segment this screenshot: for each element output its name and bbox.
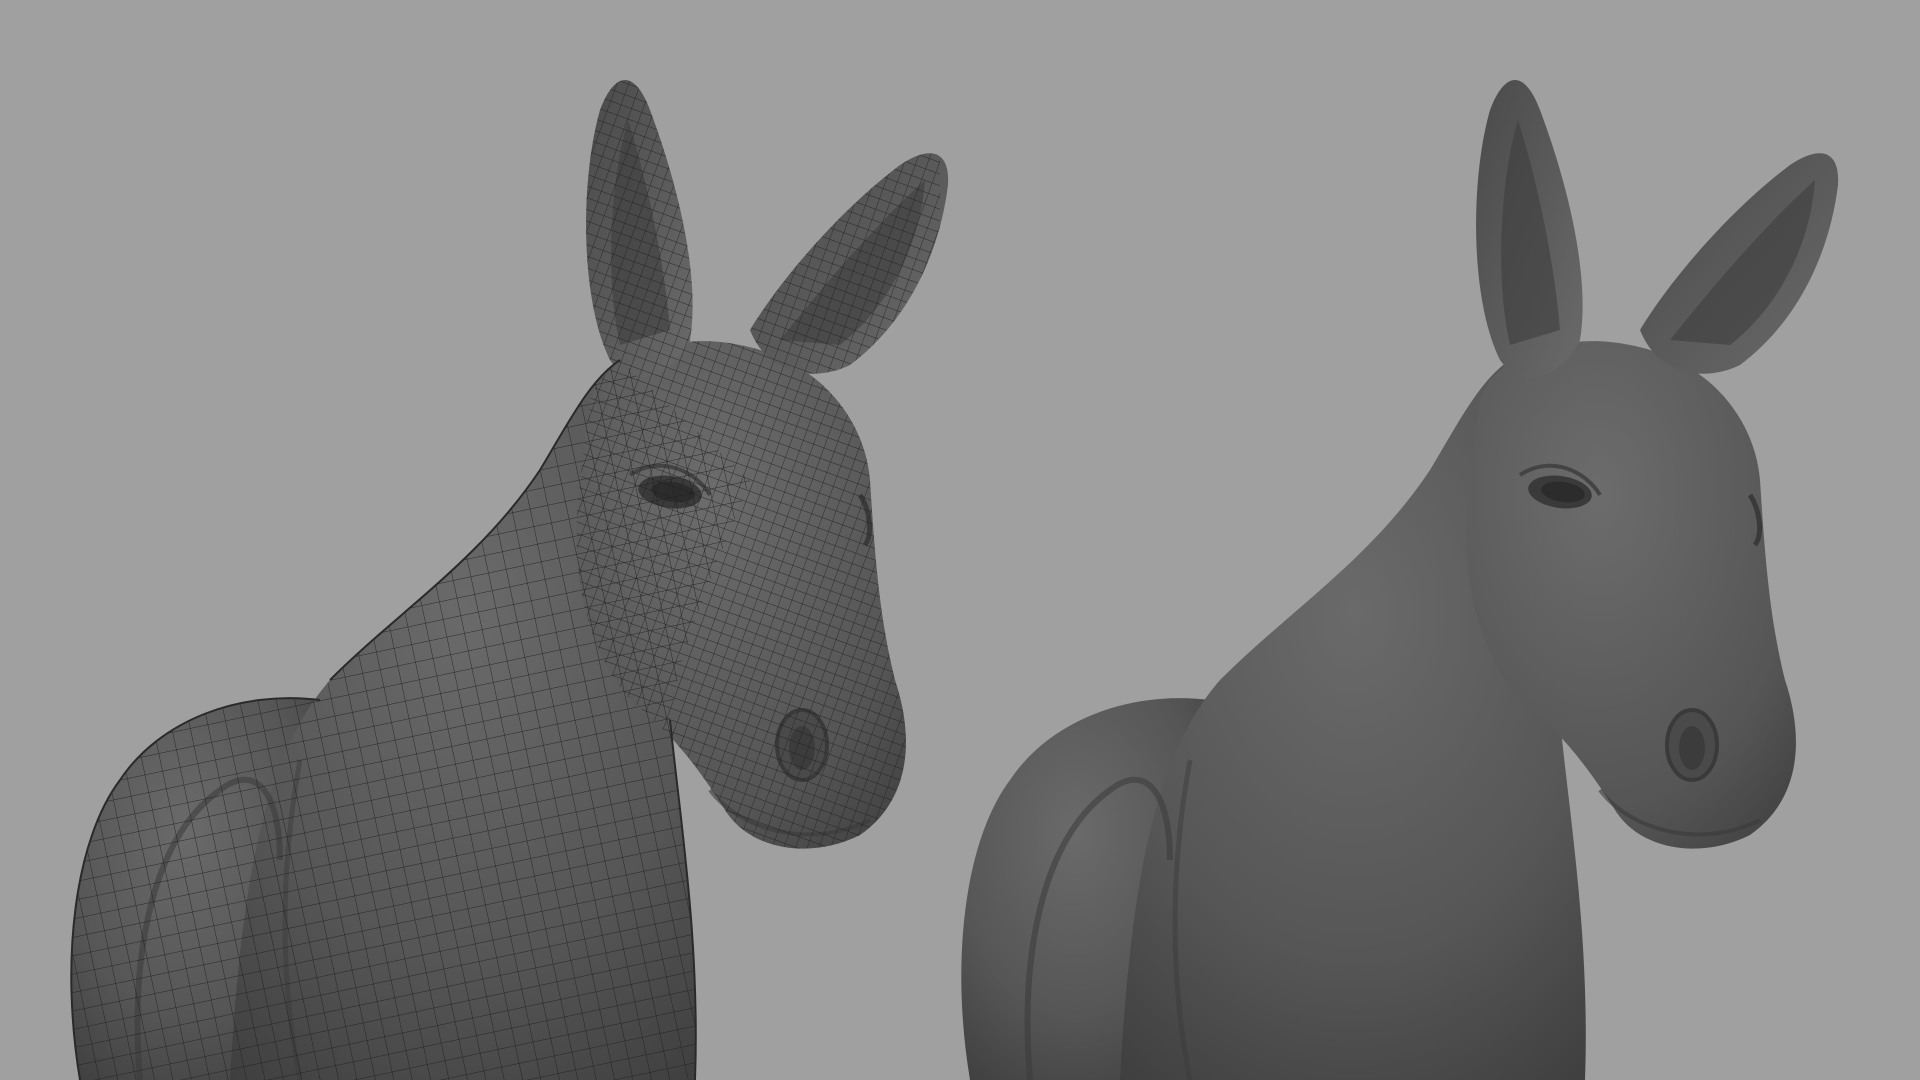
3d-viewport[interactable] bbox=[0, 0, 1920, 1080]
viewport-canvas bbox=[0, 0, 1920, 1080]
